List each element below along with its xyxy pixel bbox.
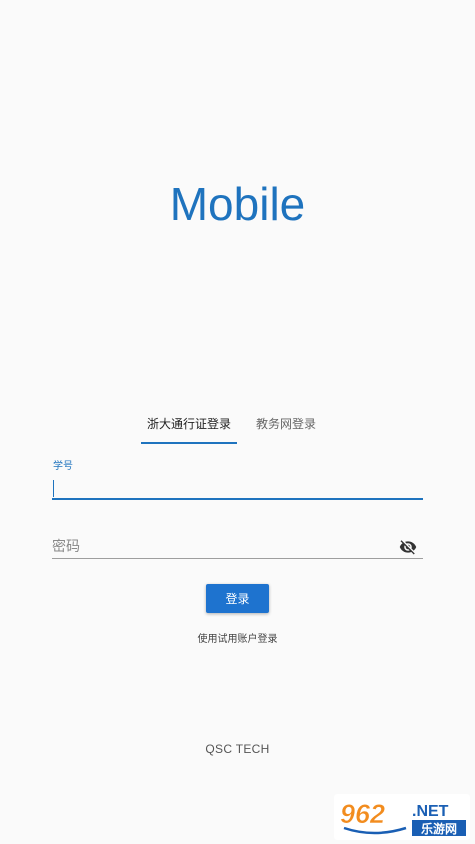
watermark-logo: 962 .NET 乐游网 xyxy=(334,794,470,840)
footer-brand: QSC TECH xyxy=(205,742,270,756)
student-id-input[interactable] xyxy=(52,476,423,498)
watermark-name: 乐游网 xyxy=(421,821,457,836)
trial-account-login-link[interactable]: 使用试用账户登录 xyxy=(0,630,475,645)
login-button[interactable]: 登录 xyxy=(206,584,269,613)
tab-active-indicator xyxy=(141,442,237,444)
password-underline xyxy=(52,558,423,559)
student-id-field: 学号 xyxy=(52,460,423,502)
tab-zju-passport-label: 浙大通行证登录 xyxy=(146,417,231,431)
tab-academic-system[interactable]: 教务网登录 xyxy=(246,410,326,444)
text-cursor xyxy=(53,480,54,497)
watermark-number: 962 xyxy=(340,799,385,829)
tab-zju-passport[interactable]: 浙大通行证登录 xyxy=(141,410,237,444)
watermark-suffix: .NET xyxy=(412,803,449,820)
app-title: Mobile xyxy=(169,178,306,230)
eye-off-icon[interactable] xyxy=(399,538,417,556)
tab-academic-system-label: 教务网登录 xyxy=(255,417,316,431)
password-input[interactable] xyxy=(52,534,392,558)
student-id-label: 学号 xyxy=(53,461,73,472)
password-field xyxy=(52,534,423,562)
student-id-underline xyxy=(52,498,423,500)
login-tabs: 浙大通行证登录 教务网登录 xyxy=(0,410,475,444)
